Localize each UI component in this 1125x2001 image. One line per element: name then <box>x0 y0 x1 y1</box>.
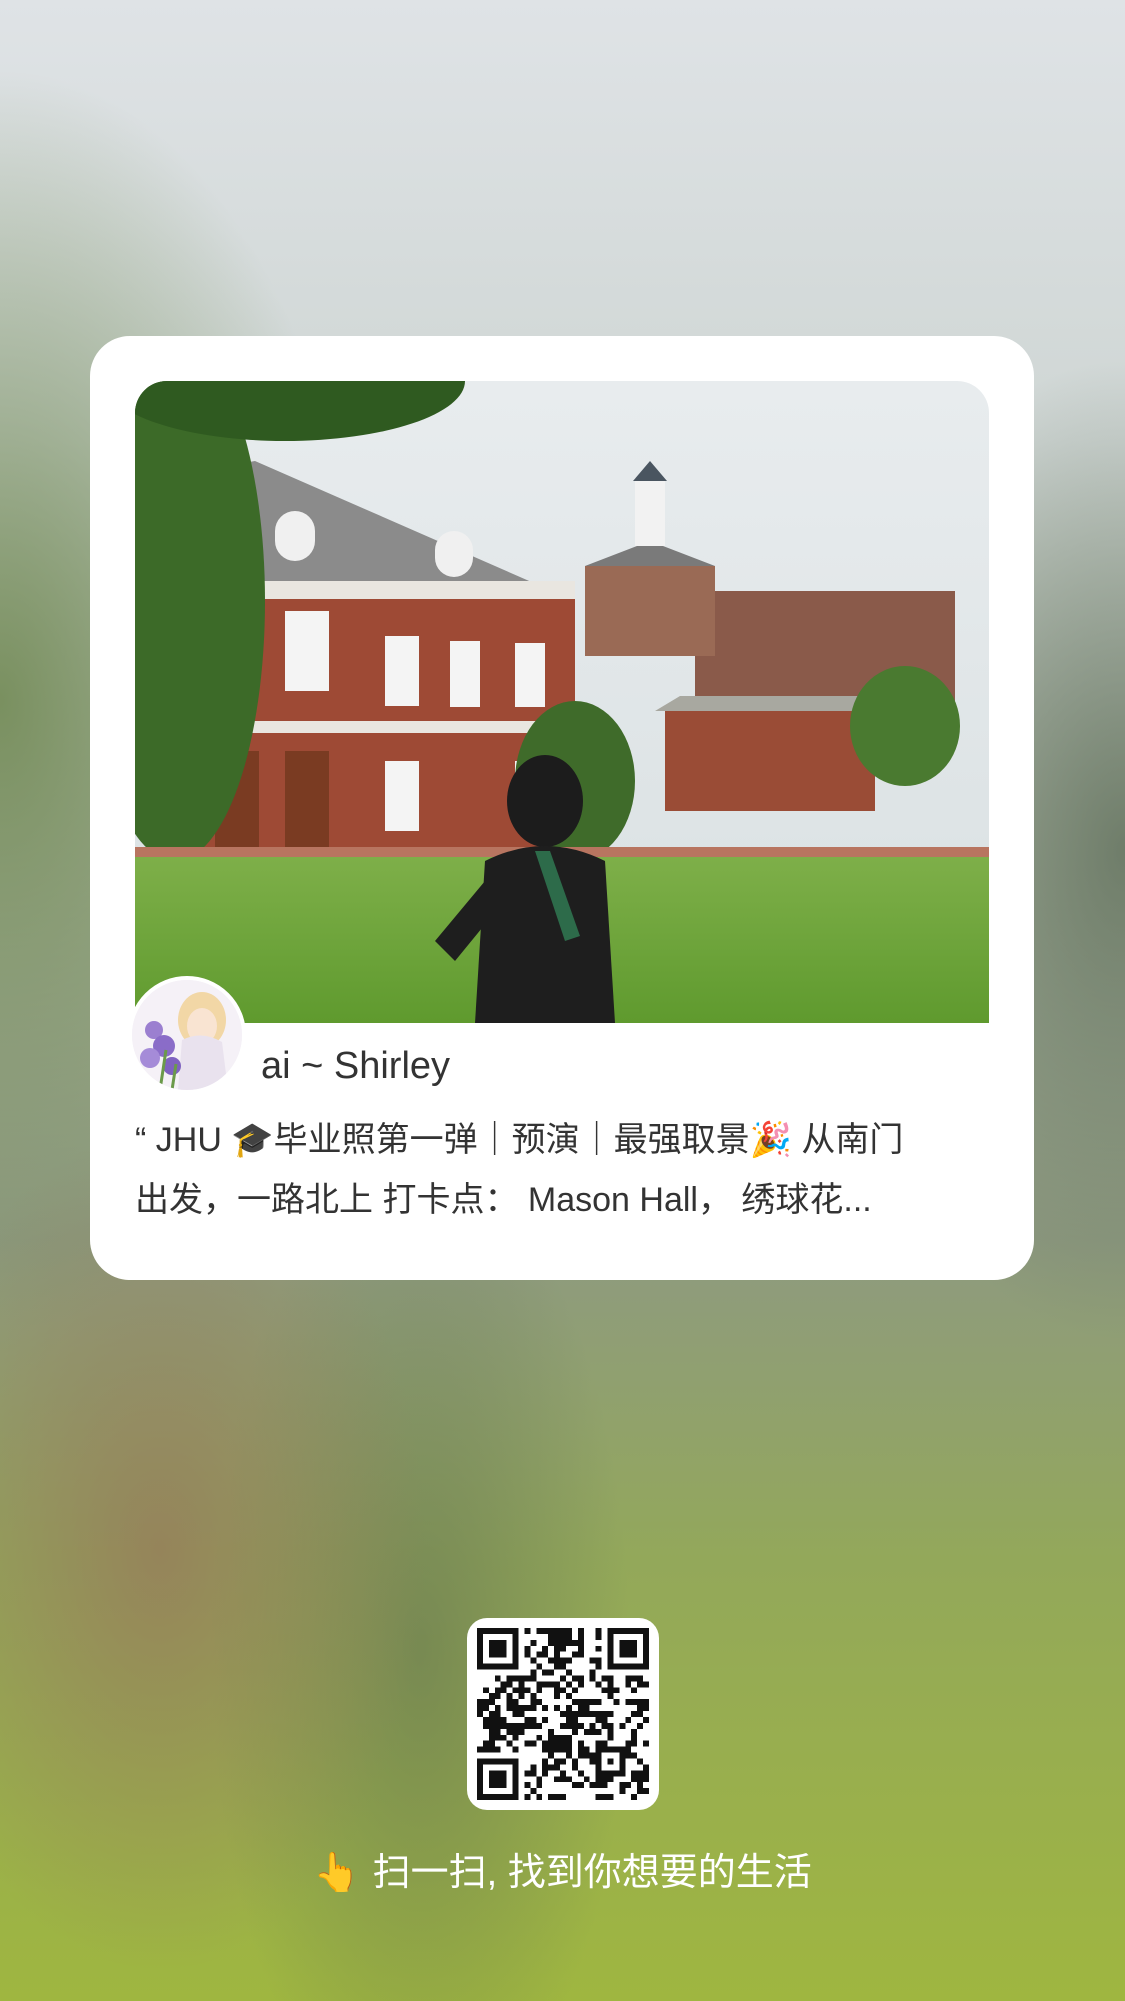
scan-hint: 👆 扫一扫, 找到你想要的生活 <box>0 1845 1125 1901</box>
author-name[interactable]: ai ~ Shirley <box>261 1042 450 1090</box>
note-card[interactable]: ai ~ Shirley “ JHU 🎓毕业照第一弹｜预演｜最强取景🎉 从南门 … <box>90 336 1034 1280</box>
note-description[interactable]: “ JHU 🎓毕业照第一弹｜预演｜最强取景🎉 从南门 出发，一路北上 打卡点： … <box>135 1110 995 1230</box>
qr-code[interactable] <box>467 1618 659 1810</box>
pointing-hand-icon: 👆 <box>313 1852 361 1894</box>
description-line: 出发，一路北上 打卡点： Mason Hall， 绣球花... <box>135 1181 872 1219</box>
avatar-illustration <box>132 980 242 1090</box>
avatar[interactable] <box>128 976 246 1094</box>
description-line: “ JHU 🎓毕业照第一弹｜预演｜最强取景🎉 从南门 <box>135 1121 904 1159</box>
qr-code-icon <box>477 1628 649 1800</box>
campus-photo <box>135 381 989 1023</box>
scan-hint-text: 扫一扫, 找到你想要的生活 <box>372 1852 812 1894</box>
cover-photo[interactable] <box>135 381 989 1023</box>
